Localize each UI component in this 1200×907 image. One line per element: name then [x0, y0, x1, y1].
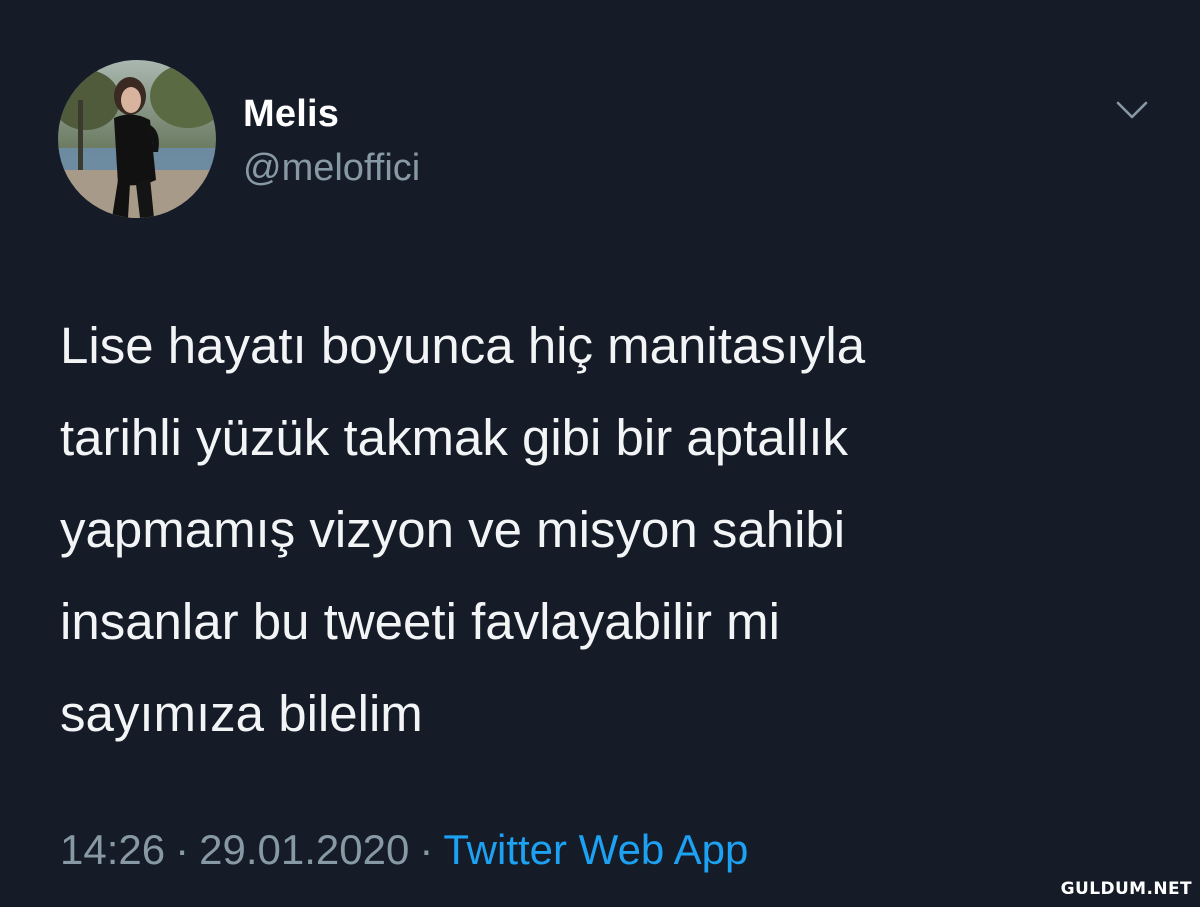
watermark: GULDUM.NET: [1060, 879, 1192, 899]
tweet-card: Melis @meloffici Lise hayatı boyunca hiç…: [0, 0, 1200, 907]
tweet-time[interactable]: 14:26: [60, 826, 165, 873]
meta-separator: ·: [419, 826, 434, 873]
tweet-source-link[interactable]: Twitter Web App: [443, 826, 748, 873]
author-handle[interactable]: @meloffici: [243, 146, 420, 190]
tweet-text: Lise hayatı boyunca hiç manitasıyla tari…: [60, 317, 866, 742]
avatar[interactable]: [58, 60, 216, 218]
author-name[interactable]: Melis: [243, 92, 339, 136]
tweet-date[interactable]: 29.01.2020: [199, 826, 409, 873]
avatar-photo: [58, 60, 216, 218]
meta-separator: ·: [175, 826, 190, 873]
tweet-meta: 14:26 · 29.01.2020 · Twitter Web App: [60, 822, 748, 878]
chevron-down-icon[interactable]: [1110, 95, 1154, 125]
